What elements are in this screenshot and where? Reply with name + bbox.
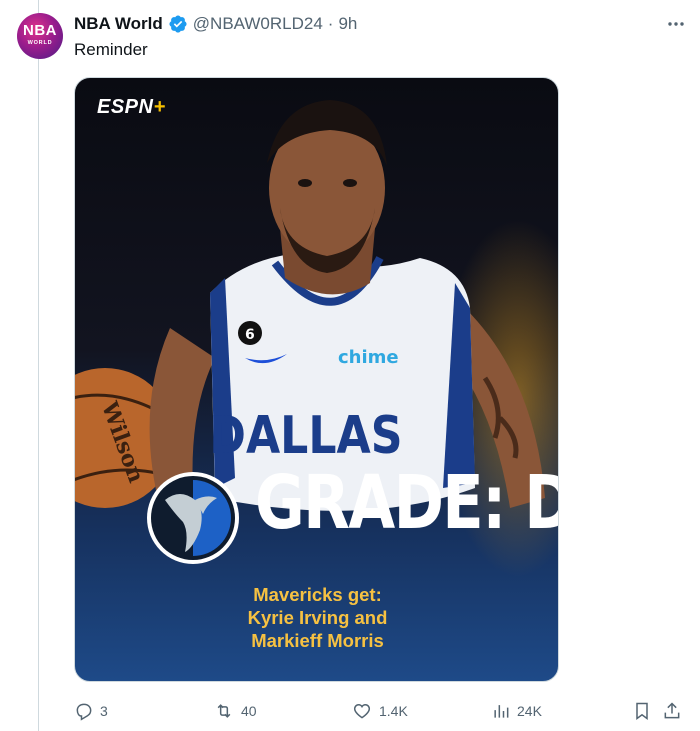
- reply-icon: [76, 703, 92, 721]
- repost-count: 40: [241, 703, 257, 719]
- bookmark-icon: [636, 702, 648, 720]
- thread-line: [38, 0, 39, 731]
- views-button[interactable]: 24K: [491, 700, 542, 722]
- tweet-actions: 3 40 1.4K 24K: [74, 700, 686, 722]
- jersey-sponsor: chime: [338, 347, 399, 368]
- repost-button[interactable]: 40: [213, 700, 257, 722]
- verified-badge-icon: [168, 14, 188, 34]
- like-button[interactable]: 1.4K: [351, 700, 408, 722]
- avatar-subtext: WORLD: [27, 40, 53, 46]
- more-options-icon[interactable]: [666, 14, 686, 34]
- espn-plus-logo: ESPN+: [97, 96, 166, 119]
- tweet-text: Reminder: [74, 40, 148, 59]
- grade-text: GRADE: D: [255, 460, 559, 546]
- views-count: 24K: [517, 703, 542, 719]
- reply-button[interactable]: 3: [74, 700, 108, 722]
- jersey-number: 6: [245, 327, 255, 343]
- author-name[interactable]: NBA World: [74, 14, 163, 34]
- mavericks-logo-icon: [147, 472, 239, 564]
- avatar[interactable]: NBA WORLD: [17, 13, 63, 59]
- caption-line-3: Markieff Morris: [251, 630, 384, 651]
- reply-count: 3: [100, 703, 108, 719]
- tweet-media-image[interactable]: Wilson 6 chime DALLAS ESPN+ GRADE: D Mav…: [74, 77, 559, 682]
- jersey-text: DALLAS: [209, 406, 402, 466]
- avatar-text: NBA: [23, 22, 57, 39]
- share-button[interactable]: [662, 700, 682, 722]
- share-icon: [664, 702, 680, 719]
- like-count: 1.4K: [379, 703, 408, 719]
- tweet-header: NBA World @NBAW0RLD24 · 9h: [74, 13, 357, 35]
- caption-line-1: Mavericks get:: [253, 584, 382, 605]
- espn-brand: ESPN: [97, 96, 154, 118]
- media-caption: Mavericks get: Kyrie Irving and Markieff…: [75, 583, 558, 652]
- espn-plus: +: [153, 96, 166, 118]
- heart-icon: [353, 703, 371, 719]
- author-handle[interactable]: @NBAW0RLD24: [193, 14, 323, 34]
- analytics-icon: [494, 705, 509, 718]
- timestamp[interactable]: 9h: [338, 14, 357, 34]
- repost-icon: [217, 704, 231, 718]
- separator: ·: [327, 14, 334, 33]
- caption-line-2: Kyrie Irving and: [247, 607, 388, 628]
- bookmark-button[interactable]: [632, 700, 652, 722]
